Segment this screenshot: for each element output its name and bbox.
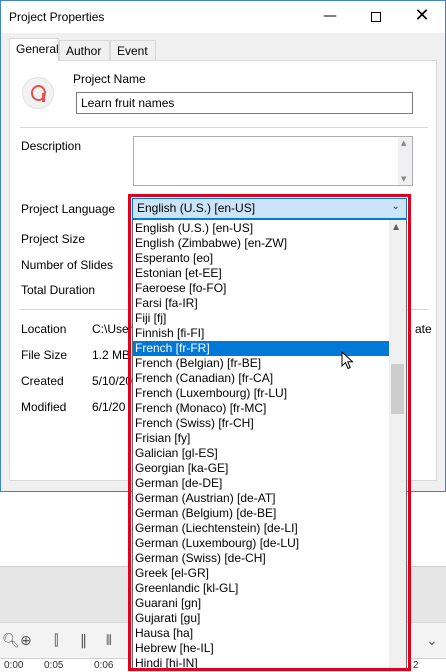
project-language-label: Project Language	[21, 202, 116, 216]
project-name-input[interactable]: Learn fruit names	[76, 92, 413, 114]
language-option[interactable]: German [de-DE]	[133, 476, 389, 491]
minimize-button[interactable]: —	[307, 1, 353, 33]
scroll-up-icon[interactable]: ▲	[393, 222, 399, 231]
location-value-tail: ate	[415, 322, 432, 336]
chevron-down-icon: ⌄	[391, 201, 400, 212]
zoom-in-icon[interactable]: ⊕	[20, 633, 32, 649]
maximize-icon	[371, 12, 381, 22]
timeline-tick: 0:06	[94, 660, 114, 671]
dropdown-scrollbar[interactable]: ▲	[389, 220, 406, 669]
split-icon[interactable]: ‖	[80, 633, 87, 649]
scroll-up-icon: ▲	[401, 139, 407, 147]
language-option[interactable]: Greek [el-GR]	[133, 566, 389, 581]
close-button[interactable]: ✕	[399, 1, 445, 33]
file-size-value: 1.2 MB	[92, 348, 131, 362]
title-bar[interactable]: Project Properties — ✕	[1, 1, 445, 33]
language-option[interactable]: Galician [gl-ES]	[133, 446, 389, 461]
language-option[interactable]: German (Liechtenstein) [de-LI]	[133, 521, 389, 536]
tab-event[interactable]: Event	[110, 40, 156, 60]
trim-icon[interactable]: ⫴	[106, 633, 112, 649]
language-option[interactable]: Hausa [ha]	[133, 626, 389, 641]
timeline-tick: 0:05	[44, 660, 64, 671]
language-options: English (U.S.) [en-US] English (Zimbabwe…	[133, 221, 389, 669]
divider	[20, 127, 428, 128]
language-option[interactable]: Greenlandic [kl-GL]	[133, 581, 389, 596]
language-option[interactable]: Esperanto [eo]	[133, 251, 389, 266]
language-option[interactable]: French (Canadian) [fr-CA]	[133, 371, 389, 386]
scrollbar-thumb[interactable]	[391, 364, 404, 414]
description-scrollbar[interactable]: ▲ ▼	[398, 137, 412, 185]
project-size-label: Project Size	[21, 232, 86, 246]
language-option[interactable]: Hebrew [he-IL]	[133, 641, 389, 656]
language-option[interactable]: French (Swiss) [fr-CH]	[133, 416, 389, 431]
align-icon[interactable]: ⫿	[54, 633, 58, 649]
language-option[interactable]: Estonian [et-EE]	[133, 266, 389, 281]
language-option[interactable]: Farsi [fa-IR]	[133, 296, 389, 311]
language-option[interactable]: English (Zimbabwe) [en-ZW]	[133, 236, 389, 251]
maximize-button[interactable]	[353, 1, 399, 33]
language-option[interactable]: Hindi [hi-IN]	[133, 656, 389, 669]
language-option[interactable]: Georgian [ka-GE]	[133, 461, 389, 476]
language-option[interactable]: Gujarati [gu]	[133, 611, 389, 626]
language-option[interactable]: German (Swiss) [de-CH]	[133, 551, 389, 566]
number-of-slides-label: Number of Slides	[21, 258, 114, 272]
language-option[interactable]: Finnish [fi-FI]	[133, 326, 389, 341]
description-label: Description	[21, 139, 82, 153]
language-option[interactable]: German (Luxembourg) [de-LU]	[133, 536, 389, 551]
close-icon: ✕	[414, 5, 430, 26]
timeline-tick: 2	[413, 660, 419, 671]
language-option[interactable]: Faeroese [fo-FO]	[133, 281, 389, 296]
modified-value: 6/1/20	[92, 400, 126, 414]
tab-author[interactable]: Author	[59, 40, 110, 60]
language-option[interactable]: French (Monaco) [fr-MC]	[133, 401, 389, 416]
language-option[interactable]: Frisian [fy]	[133, 431, 389, 446]
modified-label: Modified	[21, 400, 67, 414]
timeline-tick: 0:00	[4, 660, 24, 671]
window-title: Project Properties	[9, 10, 105, 24]
tab-general[interactable]: General	[9, 38, 59, 61]
created-value: 5/10/20	[92, 374, 133, 388]
zoom-out-icon[interactable]: 🔍︎	[2, 633, 20, 649]
project-logo-icon	[22, 77, 54, 109]
file-size-label: File Size	[21, 348, 68, 362]
language-dropdown-list: English (U.S.) [en-US] English (Zimbabwe…	[132, 219, 407, 670]
mouse-pointer-icon	[341, 351, 354, 370]
location-label: Location	[21, 322, 67, 336]
language-option[interactable]: English (U.S.) [en-US]	[133, 221, 389, 236]
language-option[interactable]: German (Austrian) [de-AT]	[133, 491, 389, 506]
language-option[interactable]: German (Belgium) [de-BE]	[133, 506, 389, 521]
language-option[interactable]: Fiji [fj]	[133, 311, 389, 326]
location-value: C:\User	[92, 322, 133, 336]
created-label: Created	[21, 374, 64, 388]
project-name-label: Project Name	[73, 72, 146, 86]
language-option[interactable]: French (Luxembourg) [fr-LU]	[133, 386, 389, 401]
language-option[interactable]: Guarani [gn]	[133, 596, 389, 611]
project-language-selected-value: English (U.S.) [en-US]	[137, 201, 256, 215]
scroll-down-icon: ▼	[401, 175, 407, 183]
project-language-select[interactable]: English (U.S.) [en-US] ⌄	[132, 198, 407, 219]
minimize-icon: —	[323, 8, 337, 24]
description-input[interactable]: ▲ ▼	[133, 136, 413, 186]
chevron-down-icon[interactable]: ⌄	[426, 633, 438, 649]
total-duration-label: Total Duration	[21, 283, 96, 297]
